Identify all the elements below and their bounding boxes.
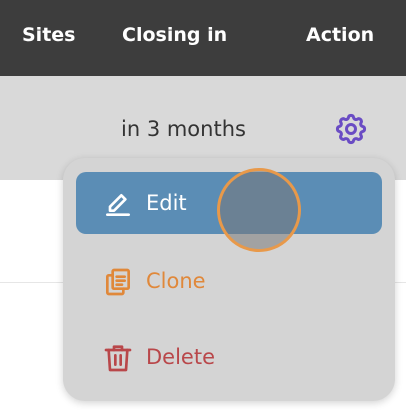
menu-item-edit[interactable]: Edit bbox=[76, 172, 382, 234]
menu-item-label: Clone bbox=[146, 269, 206, 293]
column-header-sites[interactable]: Sites bbox=[22, 22, 75, 48]
copy-icon bbox=[102, 266, 134, 298]
table-header: Sites Closing in Action bbox=[0, 0, 406, 76]
trash-icon bbox=[102, 342, 134, 374]
gear-icon[interactable] bbox=[333, 111, 369, 147]
menu-item-label: Delete bbox=[146, 345, 215, 369]
column-header-action[interactable]: Action bbox=[306, 22, 374, 48]
action-menu: Edit Clone Delete bbox=[63, 158, 395, 401]
menu-item-label: Edit bbox=[146, 191, 187, 215]
column-header-closing-in[interactable]: Closing in bbox=[122, 22, 227, 48]
pencil-icon bbox=[102, 188, 134, 220]
menu-item-clone[interactable]: Clone bbox=[76, 250, 382, 312]
closing-in-value: in 3 months bbox=[121, 117, 246, 141]
menu-item-delete[interactable]: Delete bbox=[76, 326, 382, 388]
